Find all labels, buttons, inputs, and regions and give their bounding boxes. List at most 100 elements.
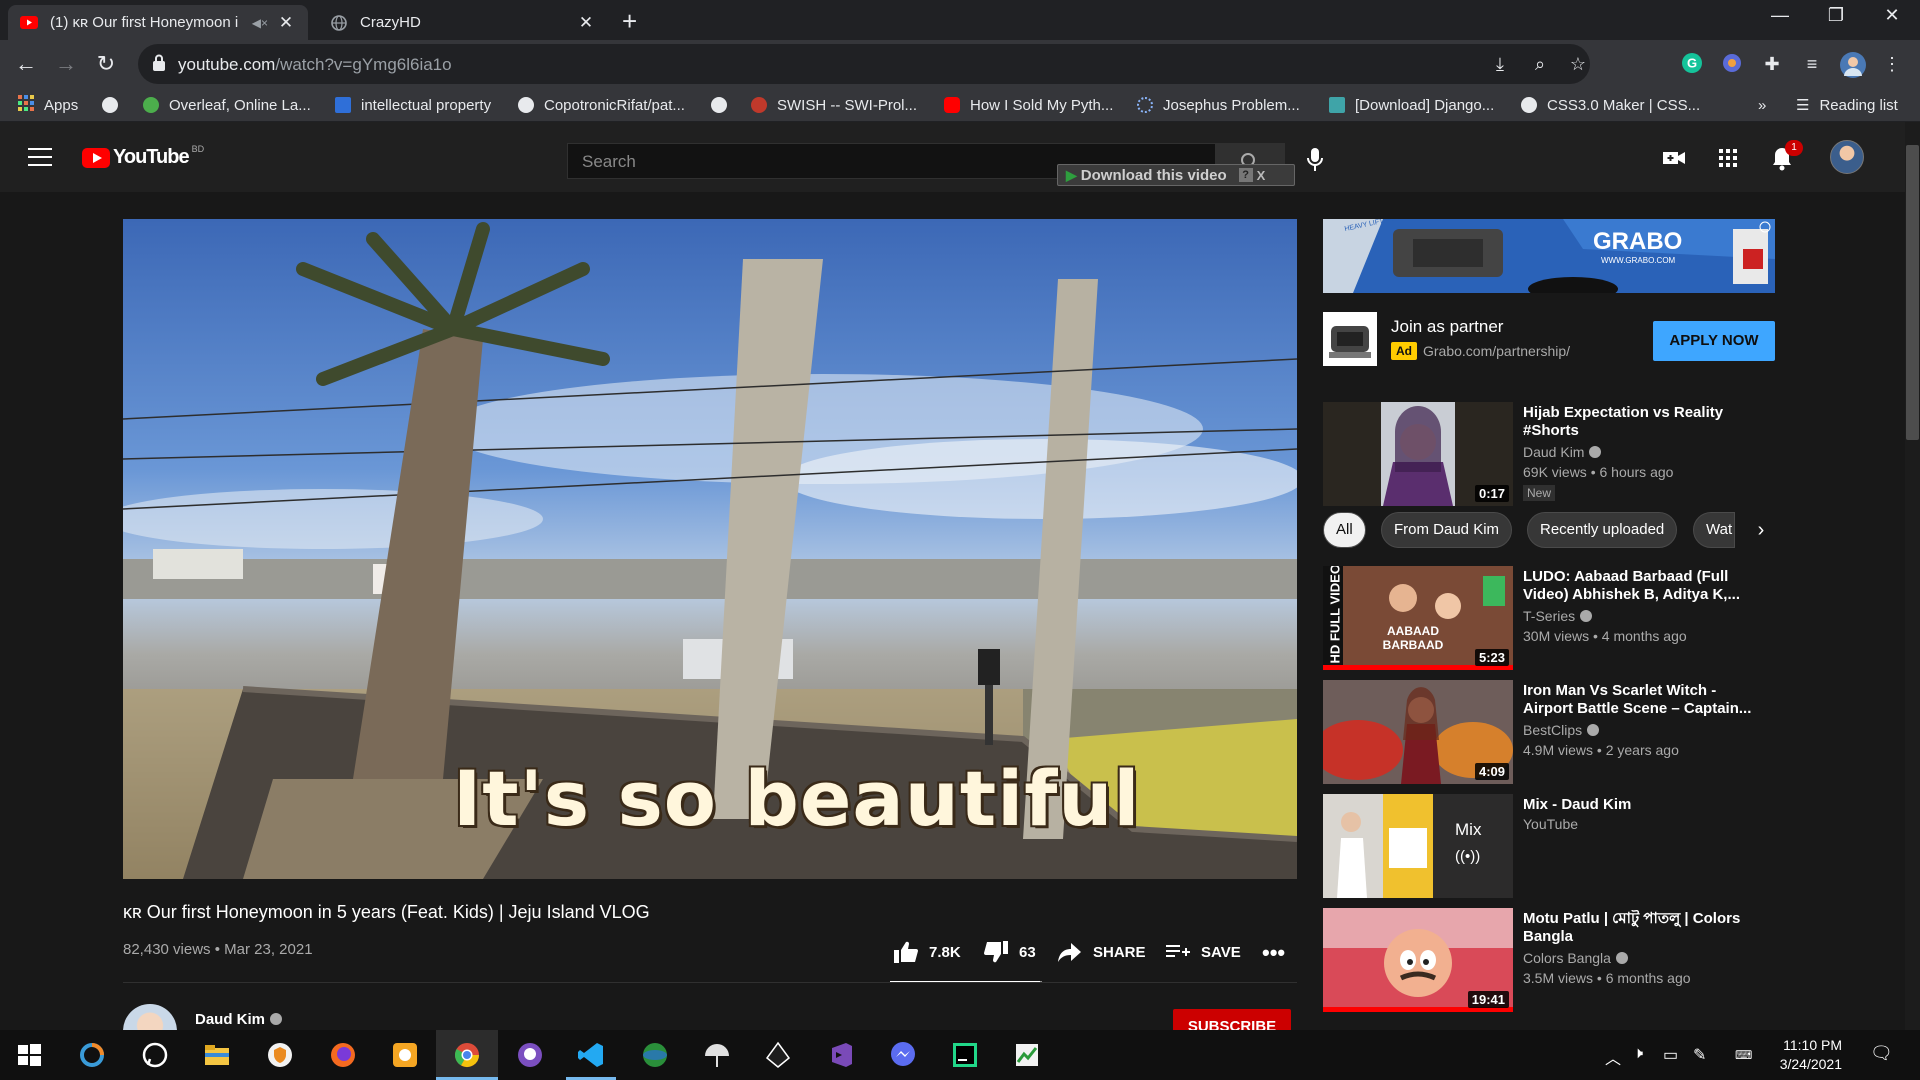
- youtube-header: YouTube BD Search ▶ Download this video …: [0, 122, 1905, 192]
- share-button[interactable]: SHARE: [1057, 940, 1146, 964]
- back-arrow-icon[interactable]: ←: [12, 50, 40, 78]
- bookmark-css-maker[interactable]: CSS3.0 Maker | CSS...: [1521, 95, 1700, 115]
- vscode-icon[interactable]: [576, 1040, 606, 1070]
- keyboard-icon[interactable]: ⌨: [1735, 1048, 1752, 1062]
- account-avatar[interactable]: [1830, 140, 1864, 174]
- new-tab-plus-icon[interactable]: +: [622, 6, 637, 37]
- video-player[interactable]: It's so beautiful: [123, 219, 1297, 879]
- close-tab-icon[interactable]: ✕: [276, 13, 296, 33]
- minimize-icon[interactable]: —: [1752, 5, 1808, 26]
- chrome-icon[interactable]: [452, 1040, 482, 1070]
- ad-title[interactable]: Join as partner: [1391, 317, 1503, 337]
- firefox-icon[interactable]: [328, 1040, 358, 1070]
- chip-watched[interactable]: Wat: [1693, 512, 1736, 548]
- spreadsheet-app-icon[interactable]: [1012, 1040, 1042, 1070]
- file-explorer-icon[interactable]: [202, 1040, 232, 1070]
- apply-now-button[interactable]: APPLY NOW: [1653, 321, 1775, 361]
- recommendation-item[interactable]: 0:17 Hijab Expectation vs Reality #Short…: [1323, 402, 1783, 506]
- apps-grid-icon[interactable]: [1714, 144, 1742, 172]
- github-desktop-icon[interactable]: [515, 1040, 545, 1070]
- install-download-icon[interactable]: ⤓: [1488, 52, 1512, 76]
- grammarly-icon[interactable]: G: [1680, 52, 1704, 76]
- window-close-icon[interactable]: ✕: [1864, 5, 1920, 26]
- bookmark-globe-2[interactable]: [711, 95, 737, 115]
- close-tab-icon[interactable]: ✕: [576, 13, 596, 33]
- video-thumbnail[interactable]: 19:41: [1323, 908, 1513, 1012]
- channel-avatar[interactable]: [123, 1004, 177, 1030]
- restore-icon[interactable]: ❐: [1808, 5, 1864, 26]
- forward-arrow-icon[interactable]: →: [52, 50, 80, 78]
- profile-avatar-icon[interactable]: [1840, 52, 1866, 78]
- download-help-icon[interactable]: ?: [1238, 168, 1253, 182]
- reading-list-button[interactable]: ☰ Reading list: [1796, 95, 1898, 115]
- bookmark-star-icon[interactable]: ☆: [1566, 52, 1590, 76]
- network-icon[interactable]: ▭: [1663, 1045, 1678, 1065]
- pycharm-icon[interactable]: [950, 1040, 980, 1070]
- bookmark-github-repo[interactable]: CopotronicRifat/pat...: [518, 95, 685, 115]
- dislike-button[interactable]: 63: [983, 940, 1036, 964]
- page-scrollbar-thumb[interactable]: [1906, 145, 1919, 440]
- browser-menu-icon[interactable]: ⋮: [1880, 52, 1904, 76]
- bookmark-swish[interactable]: SWISH -- SWI-Prol...: [751, 95, 917, 115]
- volume-icon[interactable]: 🕨: [1633, 1045, 1643, 1063]
- more-bookmarks-chevron[interactable]: »: [1758, 95, 1766, 115]
- subscribe-button[interactable]: SUBSCRIBE: [1173, 1009, 1291, 1030]
- download-video-bar[interactable]: ▶ Download this video ? X: [1057, 164, 1295, 186]
- media-queue-icon[interactable]: ≡: [1800, 52, 1824, 76]
- tab-crazyhd[interactable]: CrazyHD ✕: [318, 5, 608, 40]
- vpn-shield-icon[interactable]: [265, 1040, 295, 1070]
- video-thumbnail[interactable]: Mix ((•)): [1323, 794, 1513, 898]
- video-thumbnail[interactable]: HD FULL VIDEO AABAAD BARBAAD 5:23: [1323, 566, 1513, 670]
- pen-ink-icon[interactable]: ✎: [1693, 1045, 1706, 1065]
- umbrella-app-icon[interactable]: [702, 1040, 732, 1070]
- bookmark-django[interactable]: [Download] Django...: [1329, 95, 1494, 115]
- extensions-puzzle-icon[interactable]: ✚: [1760, 52, 1784, 76]
- windows-start-icon[interactable]: [14, 1040, 44, 1070]
- download-close-icon[interactable]: X: [1257, 168, 1266, 183]
- paint-app-icon[interactable]: [390, 1040, 420, 1070]
- bookmark-intellectual-property[interactable]: intellectual property: [335, 95, 491, 115]
- system-clock[interactable]: 11:10 PM 3/24/2021: [1770, 1036, 1842, 1074]
- lock-icon[interactable]: [152, 54, 166, 72]
- whatsapp-icon[interactable]: [140, 1040, 170, 1070]
- notifications-center-icon[interactable]: 🗨: [1870, 1043, 1893, 1064]
- chip-all[interactable]: All: [1323, 512, 1366, 548]
- cortana-icon[interactable]: [77, 1040, 107, 1070]
- bookmark-youtube-video[interactable]: How I Sold My Pyth...: [944, 95, 1113, 115]
- inkscape-icon[interactable]: [763, 1040, 793, 1070]
- recommendation-item[interactable]: 19:41 Motu Patlu | মোটু পাতলু | Colors B…: [1323, 908, 1783, 1012]
- recommendation-item[interactable]: 4:09 Iron Man Vs Scarlet Witch - Airport…: [1323, 680, 1783, 784]
- zoom-icon[interactable]: ⌕: [1528, 52, 1552, 76]
- chip-recently-uploaded[interactable]: Recently uploaded: [1527, 512, 1678, 548]
- chip-from-daud-kim[interactable]: From Daud Kim: [1381, 512, 1513, 548]
- bookmark-overleaf[interactable]: Overleaf, Online La...: [143, 95, 311, 115]
- bookmark-apps[interactable]: Apps: [18, 95, 78, 115]
- microphone-icon[interactable]: [1305, 146, 1325, 174]
- bookmark-globe[interactable]: [102, 95, 128, 115]
- hamburger-menu-icon[interactable]: [28, 148, 52, 166]
- tab-youtube[interactable]: (1) ᴋʀ Our first Honeymoon i ◀× ✕: [8, 5, 308, 40]
- chips-next-chevron-icon[interactable]: ›: [1743, 512, 1779, 548]
- reload-icon[interactable]: ↻: [92, 50, 120, 78]
- channel-name[interactable]: Daud Kim: [195, 1011, 283, 1028]
- globe-app-icon[interactable]: [640, 1040, 670, 1070]
- video-thumbnail[interactable]: 4:09: [1323, 680, 1513, 784]
- video-thumbnail[interactable]: 0:17: [1323, 402, 1513, 506]
- ad-thumbnail[interactable]: [1323, 312, 1377, 366]
- messenger-icon[interactable]: [888, 1040, 918, 1070]
- audio-muted-icon[interactable]: ◀×: [252, 16, 268, 30]
- bookmark-josephus[interactable]: Josephus Problem...: [1137, 95, 1300, 115]
- visual-studio-icon[interactable]: [826, 1040, 856, 1070]
- address-bar[interactable]: youtube.com/watch?v=gYmg6l6ia1o ⤓ ⌕ ☆: [138, 44, 1590, 84]
- show-hidden-icons-chevron[interactable]: ︿: [1605, 1045, 1621, 1069]
- ad-banner[interactable]: GRABO WWW.GRABO.COM HEAVY LIFTING MADE E…: [1323, 219, 1775, 293]
- create-video-icon[interactable]: [1660, 144, 1688, 172]
- extension-icon[interactable]: [1720, 52, 1744, 76]
- save-button[interactable]: SAVE: [1165, 940, 1241, 964]
- ad-url[interactable]: Grabo.com/partnership/: [1423, 343, 1570, 359]
- like-button[interactable]: 7.8K: [893, 940, 961, 964]
- youtube-logo[interactable]: YouTube BD: [82, 144, 204, 169]
- more-actions-icon[interactable]: •••: [1262, 940, 1285, 966]
- recommendation-item[interactable]: Mix ((•)) Mix - Daud Kim YouTube: [1323, 794, 1783, 898]
- recommendation-item[interactable]: HD FULL VIDEO AABAAD BARBAAD 5:23 LUDO: …: [1323, 566, 1783, 670]
